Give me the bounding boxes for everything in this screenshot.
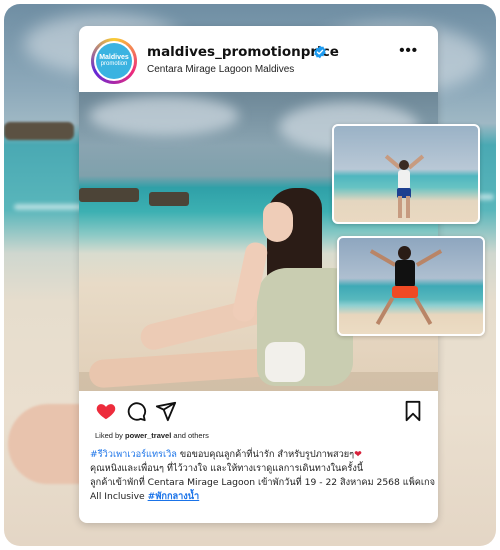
caption-line-1: #รีวิวเพาเวอร์แทรเวิล ขอขอบคุณลูกค้าที่น… xyxy=(90,448,430,462)
avatar[interactable]: Maldives promotion xyxy=(91,38,137,84)
liked-by-user[interactable]: power_travel xyxy=(125,431,171,440)
caption-line-4-text: All Inclusive xyxy=(90,491,148,502)
red-heart-icon: ❤ xyxy=(354,449,362,460)
more-options-icon[interactable]: ••• xyxy=(399,42,418,59)
avatar-logo: Maldives promotion xyxy=(96,43,132,79)
inset-photo-2[interactable] xyxy=(337,236,485,336)
avatar-logo-line2: promotion xyxy=(100,61,128,67)
liked-by-text: Liked by power_travel and others xyxy=(95,431,209,440)
caption-line-2: คุณหนิงและเพื่อนๆ ที่ไว้วางใจ และให้ทางเ… xyxy=(90,463,364,474)
caption-hashtag-1[interactable]: #รีวิวเพาเวอร์แทรเวิล xyxy=(90,449,177,460)
post-actions-bar xyxy=(79,396,438,426)
caption-line-1-text: ขอขอบคุณลูกค้าที่น่ารัก สำหรับรูปภาพสวยๆ xyxy=(176,449,355,460)
post-username[interactable]: maldives_promotionprice xyxy=(147,44,339,60)
avatar-logo-line1: Maldives xyxy=(99,54,129,61)
share-icon[interactable] xyxy=(155,400,177,422)
caption-line-4: All Inclusive #พักกลางน้ำ xyxy=(90,490,430,504)
inset-photo-1[interactable] xyxy=(332,124,480,224)
post-location[interactable]: Centara Mirage Lagoon Maldives xyxy=(147,64,294,75)
liked-by-suffix: and others xyxy=(171,431,209,440)
post-caption: #รีวิวเพาเวอร์แทรเวิล ขอขอบคุณลูกค้าที่น… xyxy=(90,448,435,504)
comment-icon[interactable] xyxy=(125,400,147,422)
heart-filled-icon[interactable] xyxy=(95,400,117,422)
liked-by-prefix: Liked by xyxy=(95,431,126,440)
caption-hashtag-2[interactable]: #พักกลางน้ำ xyxy=(148,491,200,502)
caption-line-3: ลูกค้าเข้าพักที่ Centara Mirage Lagoon เ… xyxy=(90,477,435,488)
post-header: Maldives promotion maldives_promotionpri… xyxy=(79,26,438,92)
verified-badge-icon xyxy=(314,45,326,59)
bookmark-icon[interactable] xyxy=(402,400,424,422)
